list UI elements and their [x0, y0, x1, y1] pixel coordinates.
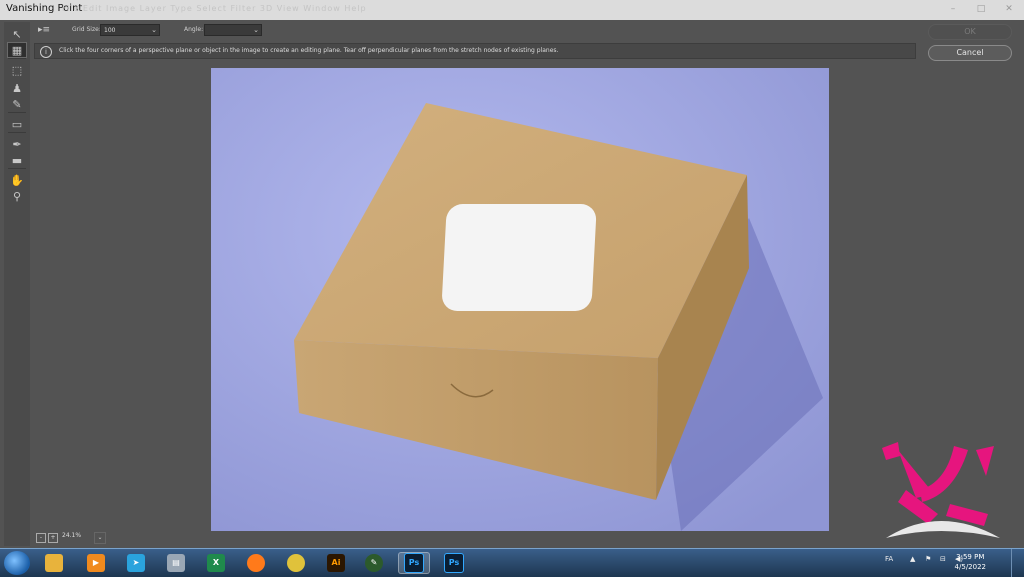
window-controls: – □ ✕: [942, 2, 1020, 16]
show-desktop-button[interactable]: [1011, 549, 1024, 577]
ok-button[interactable]: OK: [928, 24, 1012, 40]
clock-date: 4/5/2022: [954, 563, 986, 571]
excel-icon: X: [207, 554, 225, 572]
brush-tool[interactable]: ✎: [7, 96, 27, 112]
chevron-down-icon[interactable]: ⌄: [94, 532, 106, 544]
tool-separator: [8, 168, 26, 169]
flag-icon[interactable]: ⚑: [925, 555, 931, 563]
taskbar-app-file-explorer[interactable]: [38, 552, 70, 574]
angle-label: Angle:: [184, 26, 204, 33]
tool-palette: ↖ ▦ ⬚ ♟ ✎ ▭ ✒ ▬ ✋ ⚲: [4, 22, 30, 546]
clock-time: 3:59 PM: [956, 553, 985, 561]
zoom-out-button[interactable]: -: [36, 533, 46, 543]
telegram-icon: ➤: [127, 554, 145, 572]
info-text: Click the four corners of a perspective …: [59, 47, 559, 54]
stamp-tool[interactable]: ♟: [7, 80, 27, 96]
corel-icon: ✎: [365, 554, 383, 572]
minimize-icon[interactable]: –: [942, 2, 964, 16]
transform-tool[interactable]: ▭: [7, 116, 27, 132]
zoom-tool[interactable]: ⚲: [7, 188, 27, 204]
measure-tool[interactable]: ▬: [7, 152, 27, 168]
grid-plane-icon: ▦: [11, 43, 23, 57]
box-image: [211, 68, 829, 531]
eyedropper-tool[interactable]: ✒: [7, 136, 27, 152]
ruler-icon: ▬: [11, 153, 23, 167]
start-button[interactable]: [4, 551, 30, 575]
tool-separator: [8, 112, 26, 113]
magnifier-icon: ⚲: [12, 189, 22, 203]
title-bar: Vanishing Point File Edit Image Layer Ty…: [0, 0, 1024, 21]
eyedropper-icon: ✒: [12, 137, 22, 151]
taskbar-app-photoshop-active[interactable]: Ps: [398, 552, 430, 574]
angle-input[interactable]: ⌄: [204, 24, 262, 36]
play-icon: ▶: [87, 554, 105, 572]
dashed-rect-icon: ⬚: [11, 63, 23, 77]
calculator-icon: ▤: [167, 554, 185, 572]
grid-size-label: Grid Size:: [72, 26, 101, 33]
chevron-down-icon[interactable]: ⌄: [253, 25, 259, 36]
zoom-in-button[interactable]: +: [48, 533, 58, 543]
brush-icon: ✎: [12, 97, 22, 111]
tool-separator: [8, 58, 26, 59]
firefox-icon: [247, 554, 265, 572]
taskbar-app-excel[interactable]: X: [200, 552, 232, 574]
taskbar-app-photoshop[interactable]: Ps: [438, 552, 470, 574]
network-icon[interactable]: ⊟: [940, 555, 946, 563]
marquee-tool[interactable]: ⬚: [7, 62, 27, 78]
chevron-down-icon[interactable]: ⌄: [151, 25, 157, 36]
cancel-button[interactable]: Cancel: [928, 45, 1012, 61]
create-plane-tool[interactable]: ▦: [7, 42, 27, 58]
taskbar-app-corel[interactable]: ✎: [358, 552, 390, 574]
language-indicator[interactable]: FA: [885, 555, 893, 563]
edit-plane-tool[interactable]: ↖: [7, 26, 27, 42]
taskbar-app-calculator[interactable]: ▤: [160, 552, 192, 574]
tray-arrow-icon[interactable]: ▲: [910, 555, 915, 563]
status-bar: - + 24.1% ⌄: [34, 531, 154, 545]
stamp-icon: ♟: [12, 81, 22, 95]
hand-tool[interactable]: ✋: [7, 172, 27, 188]
tool-separator: [8, 132, 26, 133]
image-canvas[interactable]: [211, 68, 829, 531]
hand-icon: ✋: [10, 173, 24, 187]
illustrator-icon: Ai: [327, 554, 345, 572]
close-icon[interactable]: ✕: [998, 2, 1020, 16]
chrome-icon: [287, 554, 305, 572]
photoshop-icon: Ps: [444, 553, 464, 573]
grid-size-value: 100: [104, 27, 116, 34]
info-bar: i Click the four corners of a perspectiv…: [34, 43, 916, 59]
taskbar-app-media-player[interactable]: ▶: [80, 552, 112, 574]
taskbar-app-illustrator[interactable]: Ai: [320, 552, 352, 574]
maximize-icon[interactable]: □: [970, 2, 992, 16]
folder-icon: [45, 554, 63, 572]
options-bar: ▸≡ Grid Size: 100 ⌄ Angle: ⌄: [34, 24, 914, 38]
box-label: [442, 204, 597, 311]
transform-icon: ▭: [11, 117, 23, 131]
taskbar: ▶ ➤ ▤ X Ai ✎ Ps Ps FA ▲ ⚑ ⊟ ◀) 3:59 PM 4/5/2022: [0, 548, 1024, 577]
vanishing-point-dialog: ↖ ▦ ⬚ ♟ ✎ ▭ ✒ ▬ ✋ ⚲ ▸≡ Grid Size: 100 ⌄ Angle: ⌄ …: [0, 20, 1024, 548]
watermark-logo-icon: [882, 442, 1000, 538]
arrow-pointer-icon: ↖: [12, 27, 22, 41]
grid-size-input[interactable]: 100 ⌄: [100, 24, 160, 36]
info-icon: i: [40, 46, 52, 58]
plane-options-icon[interactable]: ▸≡: [38, 25, 50, 35]
taskbar-app-telegram[interactable]: ➤: [120, 552, 152, 574]
taskbar-app-firefox[interactable]: [240, 552, 272, 574]
clock[interactable]: 3:59 PM 4/5/2022: [955, 552, 986, 572]
photoshop-icon: Ps: [404, 553, 424, 573]
taskbar-app-chrome[interactable]: [280, 552, 312, 574]
background-menu-bar: File Edit Image Layer Type Select Filter…: [62, 4, 367, 13]
